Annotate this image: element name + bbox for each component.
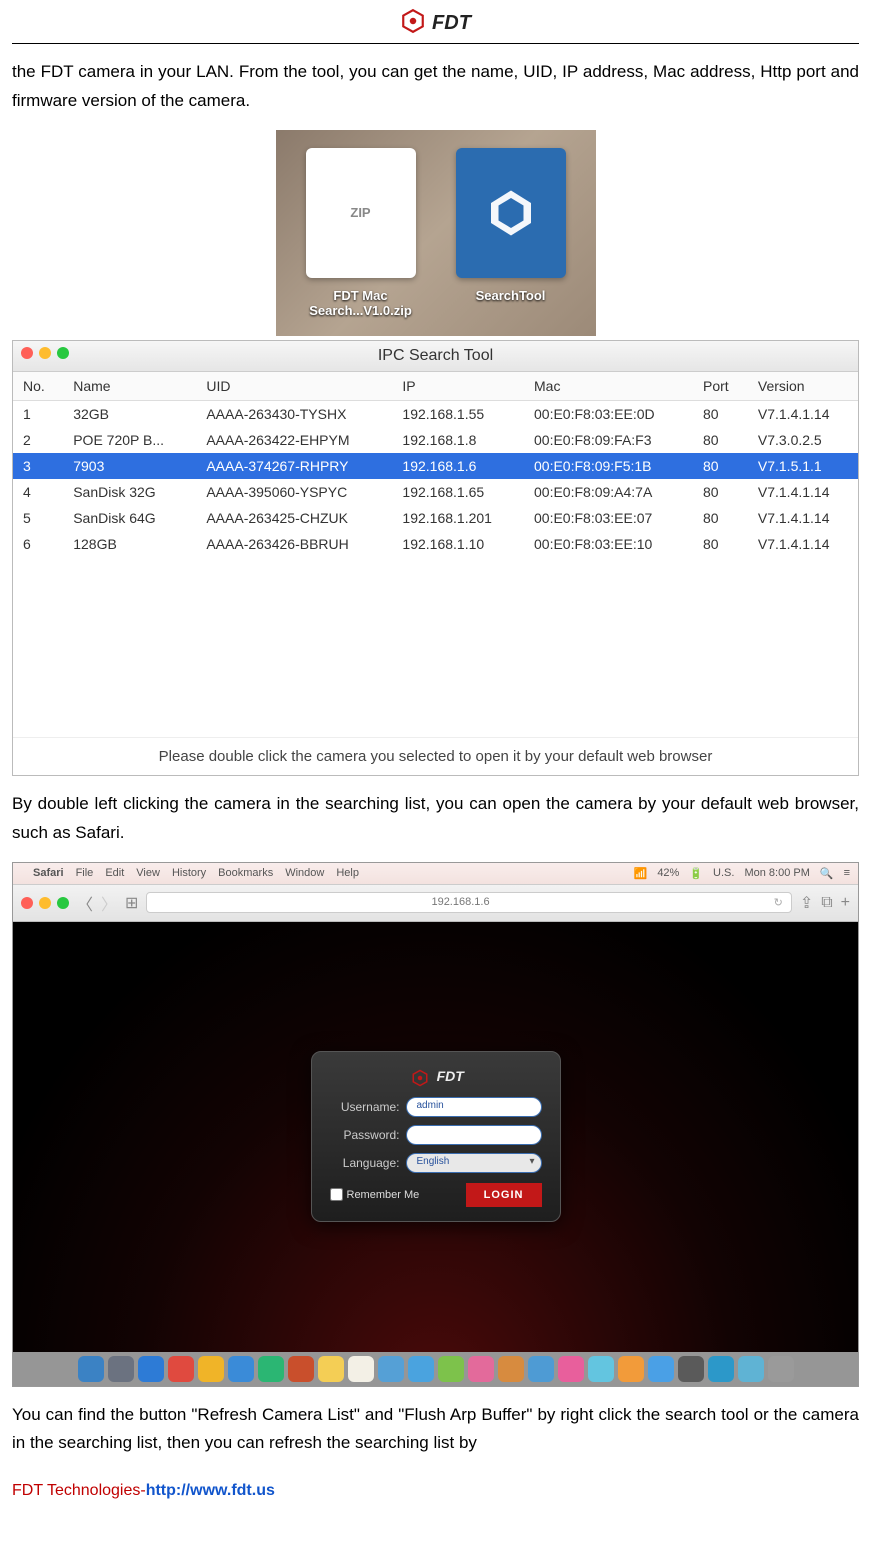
minimize-icon[interactable] bbox=[39, 897, 51, 909]
camera-table: No. Name UID IP Mac Port Version 132GBAA… bbox=[13, 372, 858, 557]
dock-app-icon[interactable] bbox=[198, 1356, 224, 1382]
dock-app-icon[interactable] bbox=[348, 1356, 374, 1382]
battery-status: 42% bbox=[657, 867, 679, 879]
fdt-logo-icon bbox=[400, 8, 426, 39]
username-label: Username: bbox=[330, 1100, 400, 1114]
paragraph-1: the FDT camera in your LAN. From the too… bbox=[12, 58, 859, 116]
back-button[interactable]: 〈 bbox=[77, 891, 93, 915]
dock-app-icon[interactable] bbox=[678, 1356, 704, 1382]
searchtool-app-icon[interactable]: SearchTool bbox=[456, 148, 566, 318]
dock-app-icon[interactable] bbox=[528, 1356, 554, 1382]
sidebar-icon[interactable]: ⊞ bbox=[125, 893, 138, 913]
paragraph-2: By double left clicking the camera in th… bbox=[12, 790, 859, 848]
ipc-hint: Please double click the camera you selec… bbox=[13, 737, 858, 775]
clock: Mon 8:00 PM bbox=[744, 867, 809, 879]
paragraph-3: You can find the button "Refresh Camera … bbox=[12, 1401, 859, 1459]
col-mac[interactable]: Mac bbox=[524, 372, 693, 401]
safari-toolbar: 〈 〉 ⊞ 192.168.1.6 ↻ ⇪ ⧉ + bbox=[13, 884, 858, 922]
maximize-icon[interactable] bbox=[57, 897, 69, 909]
table-row[interactable]: 132GBAAAA-263430-TYSHX192.168.1.5500:E0:… bbox=[13, 400, 858, 427]
table-row[interactable]: 4SanDisk 32GAAAA-395060-YSPYC192.168.1.6… bbox=[13, 479, 858, 505]
minimize-icon[interactable] bbox=[39, 347, 51, 359]
menu-item[interactable]: Bookmarks bbox=[218, 867, 273, 879]
menu-item[interactable]: File bbox=[76, 867, 94, 879]
language-select[interactable]: English▾ bbox=[406, 1153, 542, 1173]
add-tab-icon[interactable]: + bbox=[841, 894, 850, 912]
language-label: Language: bbox=[330, 1156, 400, 1170]
tabs-icon[interactable]: ⧉ bbox=[821, 894, 832, 912]
zip-file-icon[interactable]: FDT Mac Search...V1.0.zip bbox=[306, 148, 416, 318]
dock-app-icon[interactable] bbox=[738, 1356, 764, 1382]
spotlight-icon[interactable]: 🔍 bbox=[820, 867, 834, 880]
table-row[interactable]: 37903AAAA-374267-RHPRY192.168.1.600:E0:F… bbox=[13, 453, 858, 479]
fdt-logo-icon bbox=[411, 1068, 429, 1084]
col-version[interactable]: Version bbox=[748, 372, 858, 401]
menu-item[interactable]: History bbox=[172, 867, 206, 879]
dock-app-icon[interactable] bbox=[78, 1356, 104, 1382]
address-bar[interactable]: 192.168.1.6 ↻ bbox=[146, 892, 791, 913]
share-icon[interactable]: ⇪ bbox=[800, 893, 813, 913]
brand-text: FDT bbox=[432, 12, 471, 35]
app-menu[interactable]: Safari bbox=[33, 867, 64, 879]
username-input[interactable]: admin bbox=[406, 1097, 542, 1117]
password-label: Password: bbox=[330, 1128, 400, 1142]
safari-screenshot: Safari File Edit View History Bookmarks Windo… bbox=[12, 862, 859, 1387]
menu-item[interactable]: Help bbox=[336, 867, 359, 879]
dock-app-icon[interactable] bbox=[138, 1356, 164, 1382]
dock-app-icon[interactable] bbox=[408, 1356, 434, 1382]
battery-icon: 🔋 bbox=[689, 867, 703, 880]
dock-app-icon[interactable] bbox=[378, 1356, 404, 1382]
password-input[interactable] bbox=[406, 1125, 542, 1145]
dock-app-icon[interactable] bbox=[288, 1356, 314, 1382]
login-card: FDT Username: admin Password: Language: … bbox=[311, 1051, 561, 1221]
desktop-icons-figure: FDT Mac Search...V1.0.zip SearchTool bbox=[12, 130, 859, 336]
table-row[interactable]: 6128GBAAAA-263426-BBRUH192.168.1.1000:E0… bbox=[13, 531, 858, 557]
window-controls[interactable] bbox=[21, 347, 69, 359]
dock-app-icon[interactable] bbox=[558, 1356, 584, 1382]
dock-app-icon[interactable] bbox=[468, 1356, 494, 1382]
table-row[interactable]: 2POE 720P B...AAAA-263422-EHPYM192.168.1… bbox=[13, 427, 858, 453]
col-ip[interactable]: IP bbox=[392, 372, 524, 401]
dock-app-icon[interactable] bbox=[618, 1356, 644, 1382]
menu-item[interactable]: Edit bbox=[105, 867, 124, 879]
wifi-icon[interactable]: 📶 bbox=[634, 867, 648, 880]
macos-dock[interactable] bbox=[13, 1352, 858, 1386]
dock-app-icon[interactable] bbox=[648, 1356, 674, 1382]
maximize-icon[interactable] bbox=[57, 347, 69, 359]
dock-app-icon[interactable] bbox=[318, 1356, 344, 1382]
page-header: FDT bbox=[12, 0, 859, 44]
dock-app-icon[interactable] bbox=[168, 1356, 194, 1382]
login-brand: FDT bbox=[437, 1068, 464, 1084]
table-row[interactable]: 5SanDisk 64GAAAA-263425-CHZUK192.168.1.2… bbox=[13, 505, 858, 531]
dock-app-icon[interactable] bbox=[768, 1356, 794, 1382]
dock-app-icon[interactable] bbox=[438, 1356, 464, 1382]
dock-app-icon[interactable] bbox=[498, 1356, 524, 1382]
dock-app-icon[interactable] bbox=[108, 1356, 134, 1382]
window-title: IPC Search Tool bbox=[378, 347, 493, 364]
macos-menubar: Safari File Edit View History Bookmarks Windo… bbox=[13, 863, 858, 884]
col-port[interactable]: Port bbox=[693, 372, 748, 401]
dock-app-icon[interactable] bbox=[588, 1356, 614, 1382]
dock-app-icon[interactable] bbox=[228, 1356, 254, 1382]
locale-indicator[interactable]: U.S. bbox=[713, 867, 734, 879]
menu-item[interactable]: View bbox=[136, 867, 160, 879]
remember-me-checkbox[interactable]: Remember Me bbox=[330, 1188, 420, 1201]
col-uid[interactable]: UID bbox=[196, 372, 392, 401]
login-button[interactable]: LOGIN bbox=[466, 1183, 542, 1207]
page-footer: FDT Technologies-http://www.fdt.us bbox=[12, 1482, 859, 1500]
close-icon[interactable] bbox=[21, 897, 33, 909]
dock-app-icon[interactable] bbox=[708, 1356, 734, 1382]
dock-app-icon[interactable] bbox=[258, 1356, 284, 1382]
col-name[interactable]: Name bbox=[63, 372, 196, 401]
forward-button[interactable]: 〉 bbox=[101, 891, 117, 915]
ipc-search-tool-window: IPC Search Tool No. Name UID IP Mac Port… bbox=[12, 340, 859, 776]
close-icon[interactable] bbox=[21, 347, 33, 359]
menu-item[interactable]: Window bbox=[285, 867, 324, 879]
col-no[interactable]: No. bbox=[13, 372, 63, 401]
menu-extras-icon[interactable]: ≡ bbox=[844, 867, 850, 879]
